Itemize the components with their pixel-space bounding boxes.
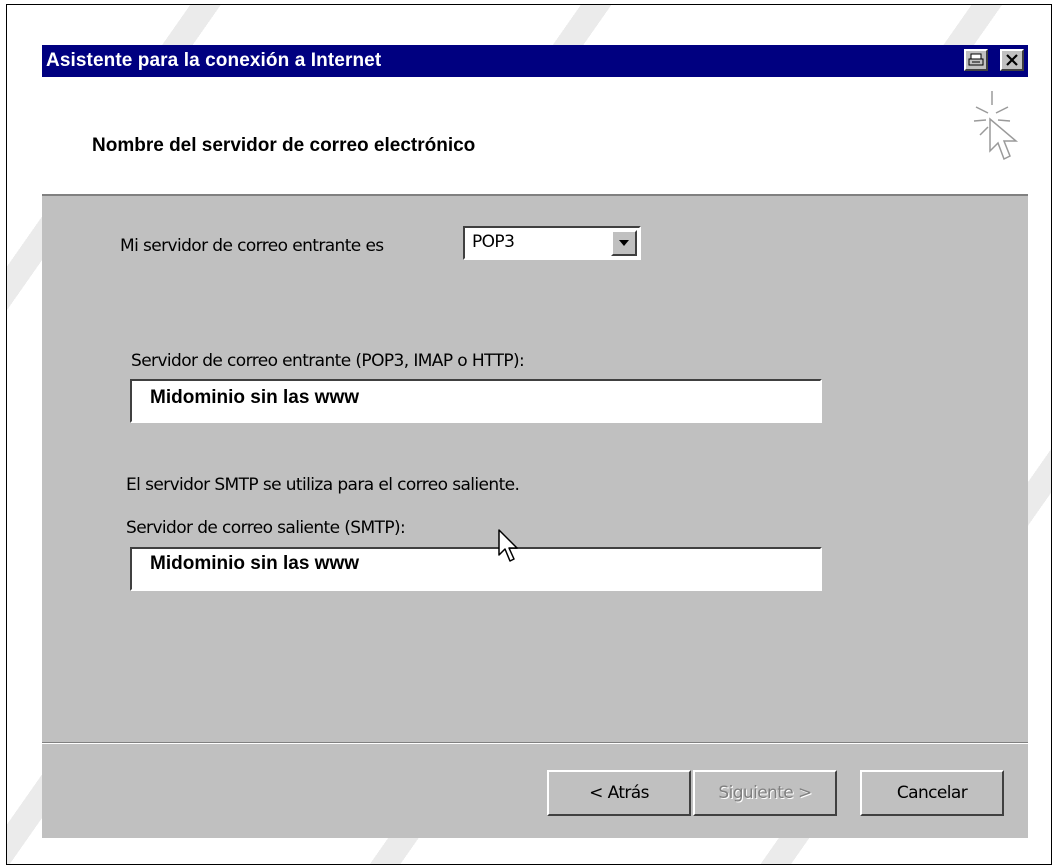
wizard-header: Nombre del servidor de correo electrónic…: [42, 77, 1028, 196]
outgoing-server-label: Servidor de correo saliente (SMTP):: [126, 518, 406, 538]
next-button-label: Siguiente >: [718, 783, 812, 803]
incoming-server-value: Midominio sin las www: [150, 387, 360, 408]
screenshot-frame: Asistente para la conexión a Internet No…: [6, 4, 1052, 865]
mouse-pointer-icon: [498, 529, 518, 562]
wizard-window: Asistente para la conexión a Internet No…: [42, 45, 1028, 838]
cancel-button[interactable]: Cancelar: [860, 770, 1004, 816]
smtp-note: El servidor SMTP se utiliza para el corr…: [126, 475, 520, 495]
incoming-type-value: POP3: [472, 232, 515, 252]
next-button[interactable]: Siguiente >: [693, 770, 837, 816]
incoming-server-input[interactable]: Midominio sin las www: [130, 379, 822, 423]
incoming-server-label: Servidor de correo entrante (POP3, IMAP …: [131, 351, 525, 371]
cancel-button-label: Cancelar: [896, 783, 968, 803]
wizard-cursor-icon: [973, 91, 1019, 161]
page-title: Nombre del servidor de correo electrónic…: [92, 135, 476, 156]
outgoing-server-value: Midominio sin las www: [150, 553, 360, 574]
print-button[interactable]: [964, 49, 988, 71]
back-button[interactable]: < Atrás: [547, 770, 691, 816]
close-icon: [1006, 54, 1018, 66]
close-button[interactable]: [1000, 49, 1024, 71]
print-icon: [968, 53, 984, 66]
title-bar: Asistente para la conexión a Internet: [42, 45, 1028, 77]
dropdown-button[interactable]: [611, 230, 637, 256]
footer-separator-highlight: [42, 743, 1028, 744]
incoming-type-select[interactable]: POP3: [463, 226, 641, 260]
outgoing-server-input[interactable]: Midominio sin las www: [130, 547, 822, 591]
window-title: Asistente para la conexión a Internet: [46, 50, 382, 71]
dropdown-arrow-icon: [619, 240, 629, 246]
incoming-type-label: Mi servidor de correo entrante es: [120, 236, 384, 256]
back-button-label: < Atrás: [589, 783, 649, 803]
